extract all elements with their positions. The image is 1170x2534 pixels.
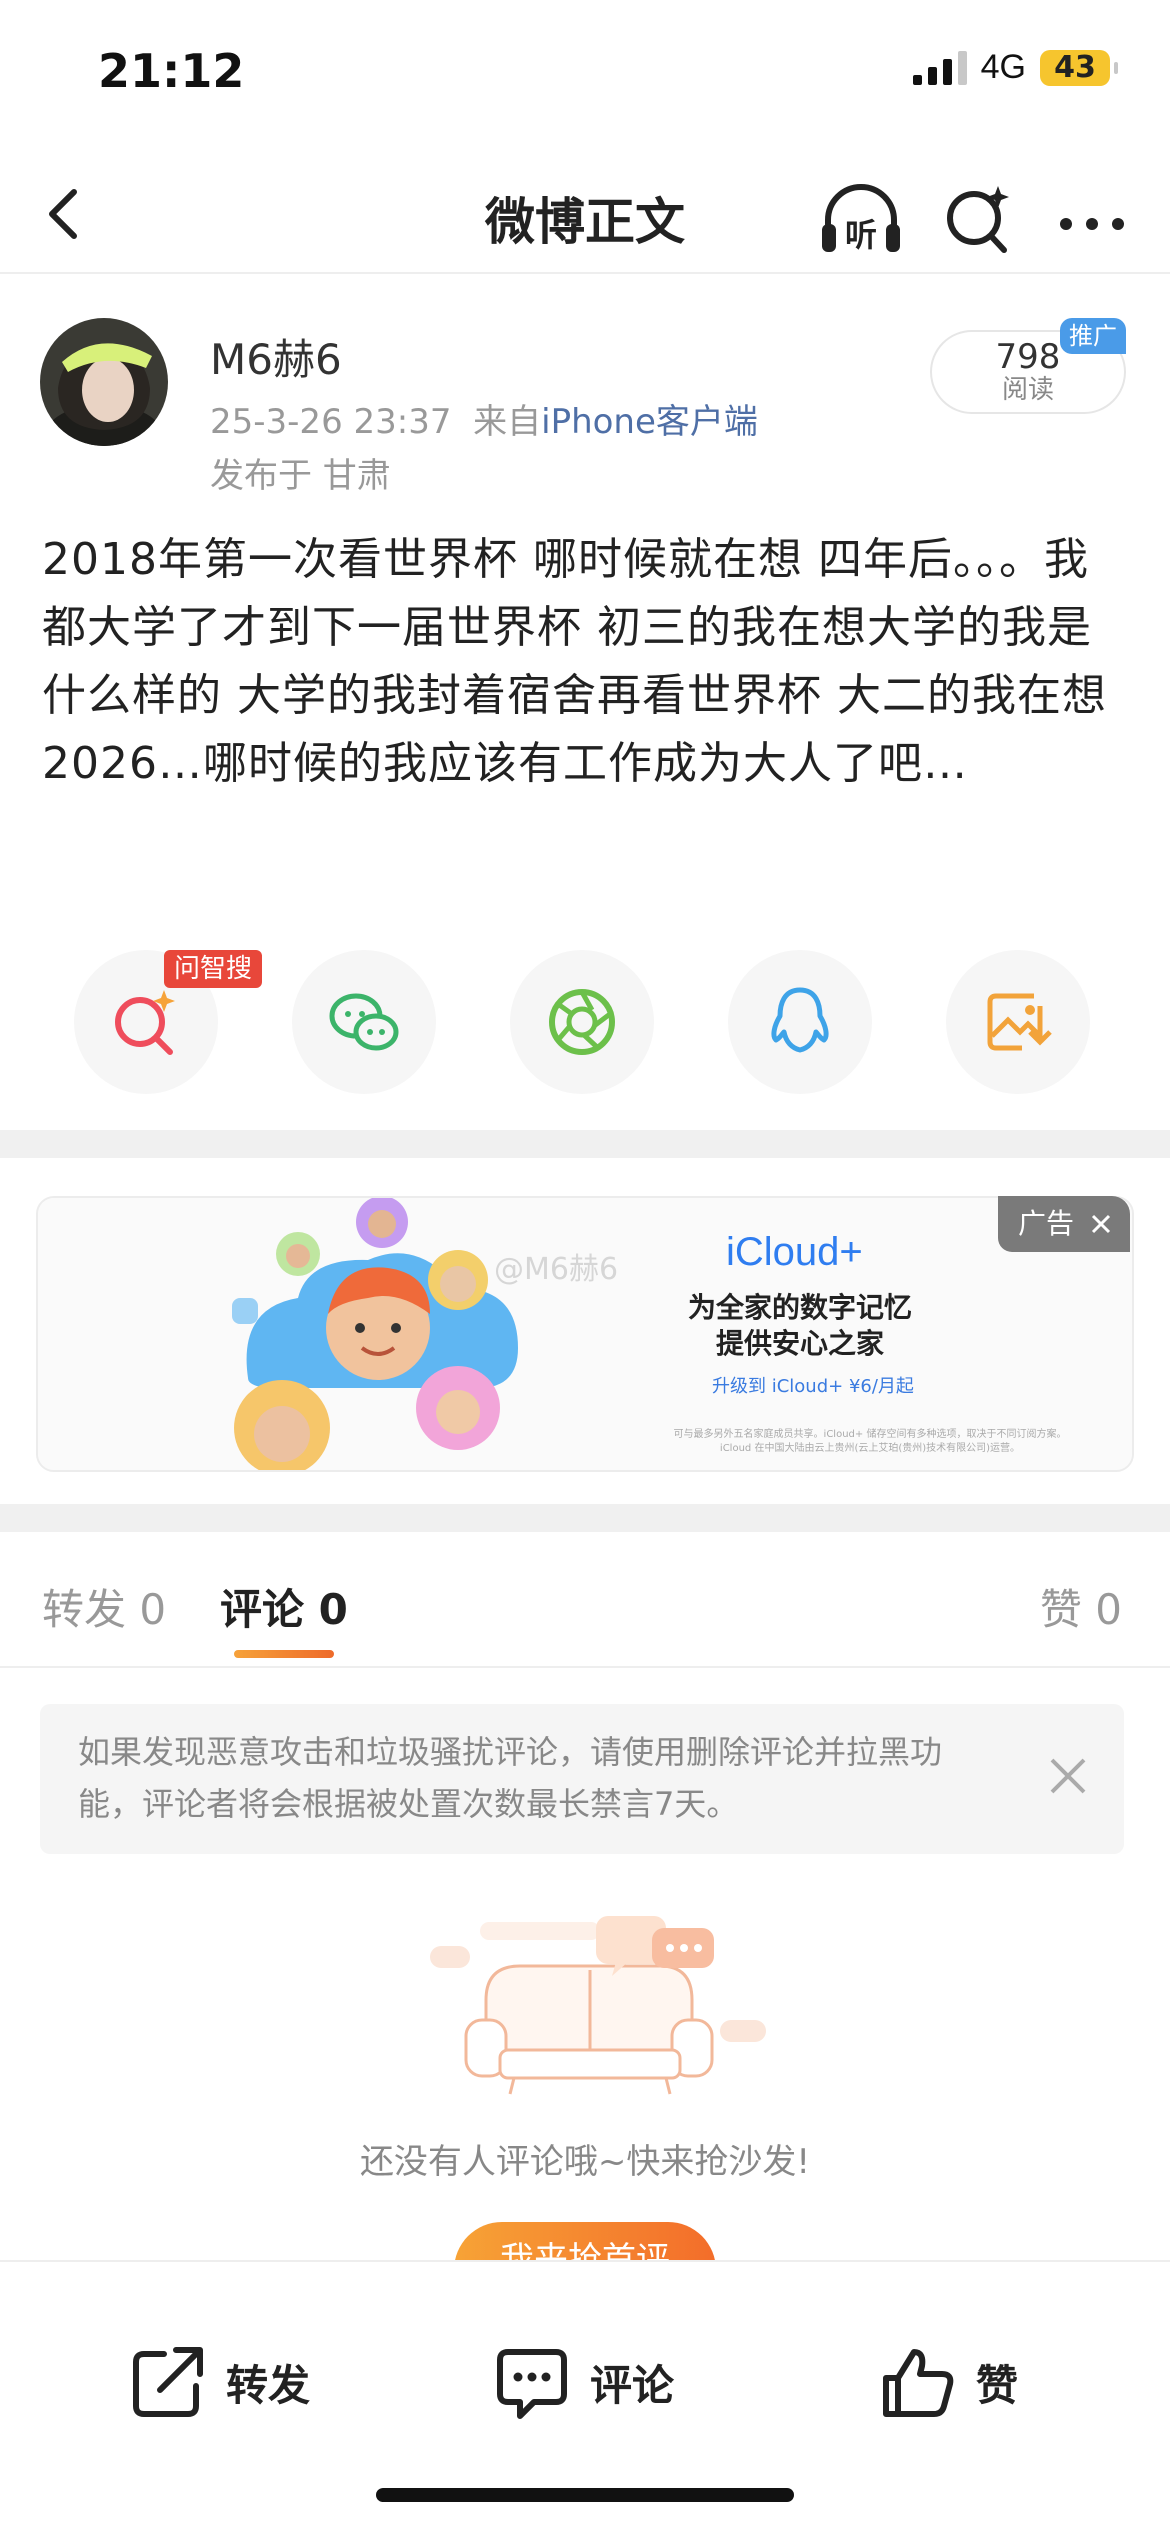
search-ai-button[interactable] xyxy=(940,180,1020,260)
comment-label: 评论 xyxy=(590,2360,675,2410)
ad-fine-print-2: iCloud 在中国大陆由云上贵州(云上艾珀(贵州)技术有限公司)运营。 xyxy=(719,1443,1021,1454)
post-region: 发布于 甘肃 xyxy=(210,456,391,496)
home-indicator[interactable] xyxy=(376,2488,794,2502)
like-button[interactable]: 赞 xyxy=(880,2344,1018,2420)
share-wechat-button[interactable] xyxy=(292,950,436,1094)
tab-repost[interactable]: 转发 0 xyxy=(42,1576,166,1637)
ad-fine-print: 可与最多另外五名家庭成员共享。iCloud+ 储存空间有多种选项，取决于不同订阅… xyxy=(640,1428,1100,1456)
repost-button[interactable]: 转发 xyxy=(130,2344,310,2420)
more-button[interactable] xyxy=(1052,180,1132,260)
zhisou-tag: 问智搜 xyxy=(164,950,263,988)
tab-like[interactable]: 赞 0 xyxy=(1040,1576,1122,1637)
section-divider xyxy=(0,1130,1170,1158)
ad-label: 广告 xyxy=(1018,1207,1075,1240)
tab-comment[interactable]: 评论 0 xyxy=(220,1576,348,1637)
source-prefix: 来自 xyxy=(473,402,542,442)
image-download-icon xyxy=(987,993,1052,1051)
empty-comments-text: 还没有人评论哦~快来抢沙发! xyxy=(359,2142,811,2182)
nav-bar: 微博正文 听 xyxy=(0,160,1170,274)
ad-title-line2: 提供安心之家 xyxy=(715,1327,884,1360)
ad-title: 为全家的数字记忆 提供安心之家 xyxy=(680,1290,920,1362)
share-qq-button[interactable] xyxy=(728,950,872,1094)
tab-divider xyxy=(0,1666,1170,1668)
close-icon xyxy=(1091,1214,1111,1234)
avatar[interactable] xyxy=(40,318,168,446)
read-label: 阅读 xyxy=(1001,375,1054,405)
headphones-icon: 听 xyxy=(822,184,900,254)
section-divider xyxy=(0,1504,1170,1532)
close-icon[interactable] xyxy=(1046,1754,1090,1798)
listen-label: 听 xyxy=(845,216,877,254)
wechat-icon xyxy=(329,993,399,1051)
ad-watermark: @M6赫6 xyxy=(494,1252,619,1287)
share-moments-button[interactable] xyxy=(510,950,654,1094)
more-icon xyxy=(1060,218,1124,230)
comment-icon xyxy=(497,2349,567,2419)
sofa-illustration xyxy=(430,1916,766,2095)
like-label: 赞 xyxy=(976,2360,1019,2410)
thumbs-up-icon xyxy=(883,2349,954,2417)
comment-button[interactable]: 评论 xyxy=(494,2344,674,2420)
signal-icon xyxy=(912,50,967,85)
post-meta: 25-3-26 23:37 来自iPhone客户端 xyxy=(210,394,758,443)
save-image-button[interactable] xyxy=(946,950,1090,1094)
qq-icon xyxy=(771,987,829,1053)
author-name[interactable]: M6赫6 xyxy=(210,326,342,387)
post-source[interactable]: iPhone客户端 xyxy=(541,402,758,442)
status-indicators: 4G 43 xyxy=(912,48,1118,87)
ad-cta[interactable]: 升级到 iCloud+ ¥6/月起 xyxy=(712,1372,914,1398)
ad-brand: iCloud+ xyxy=(726,1230,863,1274)
search-icon xyxy=(947,186,1009,253)
listen-button[interactable]: 听 xyxy=(818,180,900,260)
moderation-notice: 如果发现恶意攻击和垃圾骚扰评论，请使用删除评论并拉黑功能，评论者将会根据被处置次… xyxy=(40,1704,1124,1854)
promo-tag: 推广 xyxy=(1060,318,1126,354)
battery-icon: 43 xyxy=(1040,49,1118,86)
repost-label: 转发 xyxy=(226,2360,311,2410)
post-text: 2018年第一次看世界杯 哪时候就在想 四年后。。。我都大学了才到下一届世界杯 … xyxy=(42,534,1107,789)
ad-fine-print-1: 可与最多另外五名家庭成员共享。iCloud+ 储存空间有多种选项，取决于不同订阅… xyxy=(673,1429,1067,1440)
notice-text: 如果发现恶意攻击和垃圾骚扰评论，请使用删除评论并拉黑功能，评论者将会根据被处置次… xyxy=(78,1733,943,1823)
tab-indicator xyxy=(234,1650,334,1658)
repost-icon xyxy=(133,2347,203,2417)
ai-search-icon xyxy=(115,990,175,1055)
post-time: 25-3-26 23:37 xyxy=(210,402,452,442)
ad-title-line1: 为全家的数字记忆 xyxy=(687,1291,912,1324)
network-type: 4G xyxy=(980,48,1026,86)
status-time: 21:12 xyxy=(98,44,245,98)
moments-icon xyxy=(549,989,615,1055)
ad-close-button[interactable]: 广告 xyxy=(998,1196,1130,1252)
